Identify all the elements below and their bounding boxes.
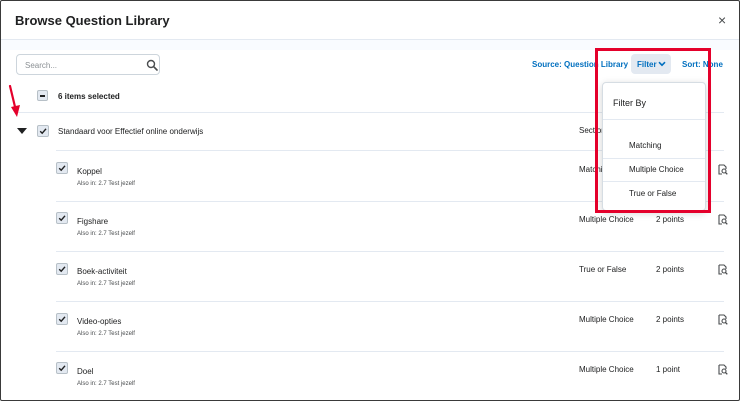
filter-option-matching[interactable]: Matching — [603, 134, 705, 156]
question-also-in: Also in: 2.7 Test jezelf — [77, 381, 135, 387]
filter-button[interactable]: Filter — [631, 54, 671, 74]
section-checkbox[interactable] — [37, 125, 49, 137]
check-icon — [39, 128, 47, 135]
close-icon[interactable]: × — [718, 13, 726, 27]
question-points: 2 points — [656, 315, 685, 324]
question-name: Boek-activiteit — [77, 267, 127, 276]
question-name: Koppel — [77, 167, 102, 176]
section-title: Standaard voor Effectief online onderwij… — [58, 127, 204, 136]
question-also-in: Also in: 2.7 Test jezelf — [77, 181, 135, 187]
browse-question-library-dialog: Browse Question Library × Source: Questi… — [0, 0, 740, 401]
question-row: Boek-activiteit Also in: 2.7 Test jezelf… — [1, 251, 739, 301]
question-type: Multiple Choice — [579, 365, 634, 374]
filter-option-label: Multiple Choice — [629, 165, 684, 174]
check-icon — [58, 266, 66, 273]
question-points: 2 points — [656, 215, 685, 224]
dialog-title: Browse Question Library — [15, 13, 170, 28]
preview-icon[interactable] — [718, 314, 728, 325]
check-icon — [58, 165, 66, 172]
preview-icon[interactable] — [718, 214, 728, 225]
source-label: Source: Question Library — [532, 60, 629, 69]
divider — [603, 119, 705, 120]
question-checkbox[interactable] — [56, 362, 68, 374]
search-icon[interactable] — [146, 59, 158, 71]
filter-dropdown-title: Filter By — [613, 98, 647, 108]
filter-option-multiple-choice[interactable]: Multiple Choice — [603, 158, 705, 180]
check-icon — [58, 316, 66, 323]
question-points: 2 points — [656, 265, 685, 274]
question-name: Doel — [77, 367, 94, 376]
question-also-in: Also in: 2.7 Test jezelf — [77, 231, 135, 237]
filter-label: Filter — [637, 60, 657, 69]
question-checkbox[interactable] — [56, 212, 68, 224]
question-also-in: Also in: 2.7 Test jezelf — [77, 281, 135, 287]
check-icon — [58, 365, 66, 372]
chevron-down-icon — [658, 61, 666, 67]
question-row: Video-opties Also in: 2.7 Test jezelf Mu… — [1, 301, 739, 351]
question-points: 1 point — [656, 365, 681, 374]
sort-label: Sort: None — [682, 60, 723, 69]
source-dropdown[interactable]: Source: Question Library — [532, 60, 641, 69]
search-box[interactable] — [16, 54, 160, 75]
question-type: True or False — [579, 265, 627, 274]
question-type: Multiple Choice — [579, 215, 634, 224]
question-row: Doel Also in: 2.7 Test jezelf Multiple C… — [1, 351, 739, 400]
preview-icon[interactable] — [718, 164, 728, 175]
selection-count: 6 items selected — [58, 92, 120, 101]
dialog-header: Browse Question Library × — [1, 1, 739, 40]
preview-icon[interactable] — [718, 364, 728, 375]
question-checkbox[interactable] — [56, 263, 68, 275]
filter-option-label: Matching — [629, 141, 662, 150]
filter-option-true-false[interactable]: True or False — [603, 182, 705, 204]
question-checkbox[interactable] — [56, 313, 68, 325]
select-all-checkbox[interactable] — [37, 90, 48, 101]
filter-dropdown: Filter By Matching Multiple Choice True … — [602, 82, 706, 211]
question-type: Multiple Choice — [579, 315, 634, 324]
question-name: Figshare — [77, 217, 109, 226]
question-checkbox[interactable] — [56, 162, 68, 174]
caret-down-icon[interactable] — [17, 128, 27, 134]
preview-icon[interactable] — [718, 264, 728, 275]
question-also-in: Also in: 2.7 Test jezelf — [77, 331, 135, 337]
filter-option-label: True or False — [629, 189, 677, 198]
check-icon — [58, 215, 66, 222]
toolbar-background — [1, 40, 739, 50]
sort-dropdown[interactable]: Sort: None — [682, 60, 723, 69]
search-input[interactable] — [25, 58, 135, 72]
question-name: Video-opties — [77, 317, 122, 326]
